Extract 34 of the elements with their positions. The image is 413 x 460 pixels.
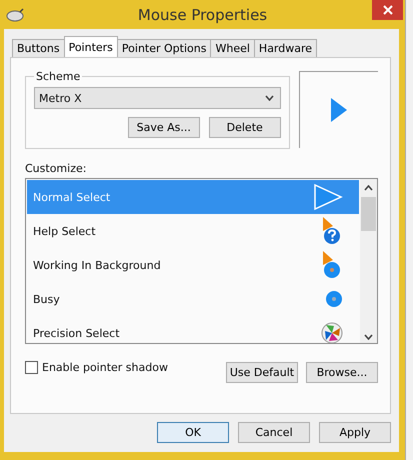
scroll-thumb[interactable]	[361, 197, 376, 231]
pointer-list-item[interactable]: Busy	[27, 282, 359, 316]
checkbox[interactable]	[25, 361, 38, 374]
close-icon	[382, 5, 392, 15]
scheme-button[interactable]: Save As...	[128, 117, 200, 138]
arrow-pointer-icon	[330, 97, 348, 123]
tab[interactable]: Buttons	[12, 39, 65, 57]
window-title: Mouse Properties	[136, 6, 268, 24]
pointer-list-item[interactable]: Working In Background	[27, 248, 359, 282]
chevron-icon	[264, 95, 274, 101]
scroll-down-icon	[364, 334, 373, 340]
tab[interactable]: Pointers	[64, 36, 118, 57]
tab[interactable]: Wheel	[210, 39, 255, 57]
scroll-up-icon	[364, 185, 373, 191]
dialog-button[interactable]: Apply	[319, 422, 391, 443]
busy-icon	[325, 290, 343, 308]
busy-pointer-icon	[323, 251, 343, 279]
tab[interactable]: Hardware	[254, 39, 318, 57]
pointer-list-item[interactable]: Precision Select	[27, 316, 359, 350]
scheme-dropdown[interactable]: Metro X	[34, 87, 281, 109]
help-pointer-icon	[323, 217, 343, 245]
mouse-icon	[6, 8, 24, 22]
dialog-button[interactable]: Cancel	[238, 422, 310, 443]
dialog-button[interactable]: OK	[157, 422, 229, 443]
tab[interactable]: Pointer Options	[116, 39, 212, 57]
customize-label: Customize:	[25, 162, 88, 176]
arrow-pointer-icon	[313, 184, 343, 210]
pointer-list-item[interactable]: Help Select	[27, 214, 359, 248]
close-button[interactable]	[372, 0, 403, 20]
scrollbar[interactable]	[360, 179, 377, 343]
pointer-button[interactable]: Browse...	[306, 362, 378, 383]
pointer-button[interactable]: Use Default	[226, 362, 298, 383]
group-label: Scheme	[35, 70, 82, 83]
scheme-button[interactable]: Delete	[208, 117, 281, 138]
